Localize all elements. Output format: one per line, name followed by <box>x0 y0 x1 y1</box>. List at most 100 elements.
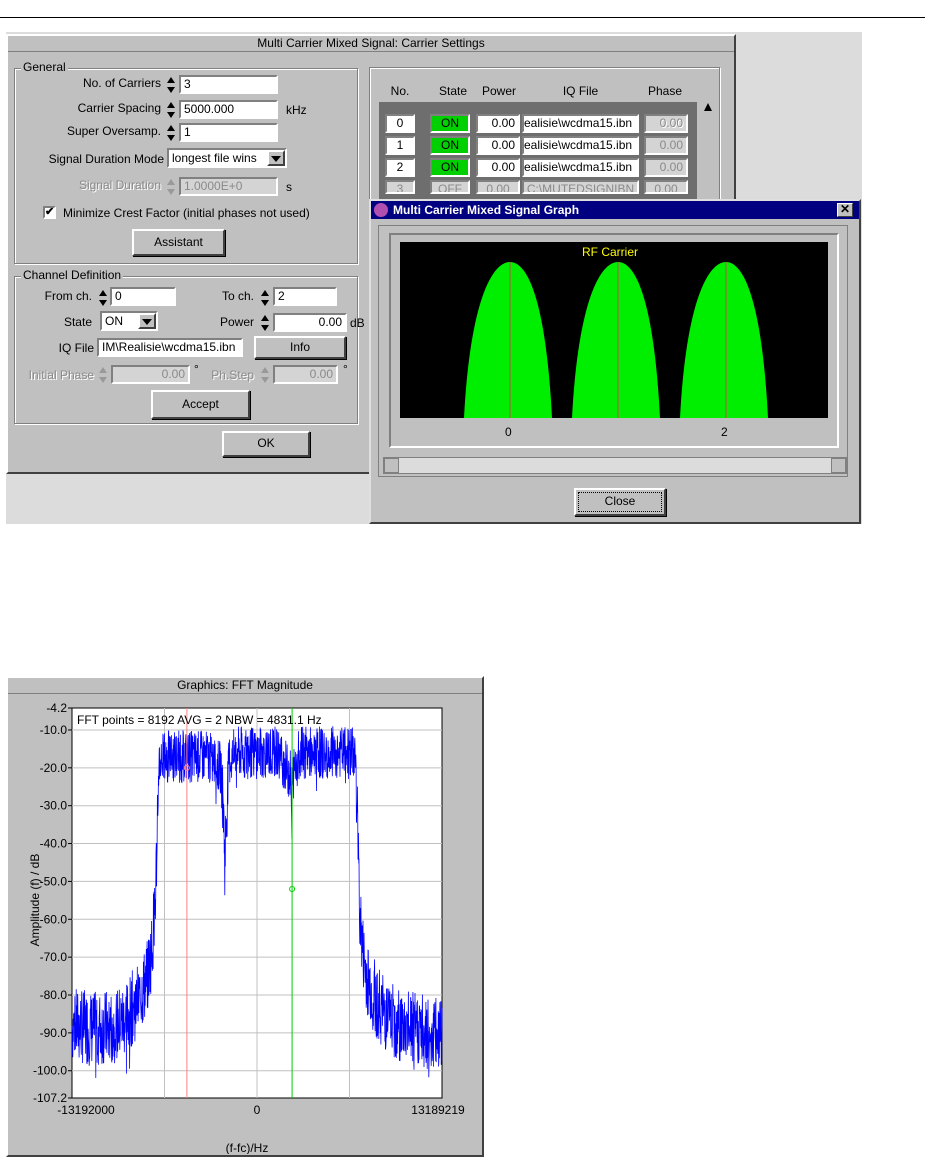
table-header-iq-file: IQ File <box>562 84 599 98</box>
row-power[interactable]: 0.00 <box>476 114 520 133</box>
fft-magnitude-chart: -4.2 -10.0 -20.0 -30.0 -40.0 -50.0 -60.0 -70.0 -… <box>10 696 480 1154</box>
info-button[interactable]: Info <box>254 336 346 359</box>
initial-phase-spinner <box>98 366 108 384</box>
y-tick-label: -10.0 <box>40 723 68 737</box>
to-ch-field[interactable]: 2 <box>273 287 337 306</box>
graph-x-tick-2: 2 <box>721 425 728 439</box>
row-phase: 0.00 <box>644 158 688 177</box>
signal-duration-label: Signal Duration <box>78 178 161 192</box>
y-axis-label: Amplitude (f) / dB <box>28 854 42 947</box>
chevron-down-icon[interactable] <box>267 150 285 166</box>
row-power: 0.00 <box>476 180 520 194</box>
row-iq-file: C:\MUTEDSIGNIBN <box>522 180 639 194</box>
graph-window-title: Multi Carrier Mixed Signal Graph <box>393 203 580 217</box>
from-ch-label: From ch. <box>44 289 92 303</box>
row-no[interactable]: 0 <box>385 114 415 133</box>
iq-file-field[interactable]: IM\Realisie\wcdma15.ibn <box>97 338 243 357</box>
minimize-crest-label: Minimize Crest Factor (initial phases no… <box>63 206 310 220</box>
row-state[interactable]: ON <box>430 158 470 177</box>
scroll-left-icon[interactable] <box>384 458 399 473</box>
state-value: ON <box>105 314 123 328</box>
to-ch-spinner[interactable] <box>260 289 270 307</box>
graph-horizontal-scrollbar[interactable] <box>383 457 847 474</box>
row-state: OFF <box>430 180 470 194</box>
row-no: 3 <box>385 180 415 194</box>
x-axis-label: (f-fc)/Hz <box>226 1141 269 1154</box>
chevron-down-icon[interactable] <box>138 313 156 329</box>
y-tick-label: -40.0 <box>40 837 68 851</box>
from-ch-spinner[interactable] <box>98 289 108 307</box>
initial-phase-field: 0.00 <box>111 365 190 384</box>
initial-phase-unit: ° <box>194 362 199 376</box>
close-button[interactable]: Close <box>574 488 666 516</box>
app-icon <box>374 203 388 217</box>
table-header-state: State <box>438 84 468 98</box>
ph-step-spinner <box>260 366 270 384</box>
to-ch-label: To ch. <box>221 289 254 303</box>
scroll-up-icon[interactable] <box>704 103 712 111</box>
super-oversamp-spinner[interactable] <box>166 124 176 142</box>
y-tick-label: -60.0 <box>40 912 68 926</box>
window-title: Multi Carrier Mixed Signal: Carrier Sett… <box>8 36 734 52</box>
table-header-no: No. <box>390 84 410 98</box>
num-carriers-field[interactable]: 3 <box>179 75 278 94</box>
table-scrollbar[interactable] <box>703 100 715 200</box>
x-tick-label-max: 13189219 <box>411 1103 465 1117</box>
row-phase: 0.00 <box>644 136 688 155</box>
row-no[interactable]: 2 <box>385 158 415 177</box>
accept-button[interactable]: Accept <box>151 390 250 419</box>
y-tick-label: -20.0 <box>40 761 68 775</box>
minimize-crest-checkbox[interactable]: ✔ <box>43 206 56 219</box>
y-tick-label: -70.0 <box>40 950 68 964</box>
power-field[interactable]: 0.00 <box>273 313 347 332</box>
row-state[interactable]: ON <box>430 136 470 155</box>
row-power[interactable]: 0.00 <box>476 158 520 177</box>
general-group-label: General <box>21 60 68 74</box>
carrier-spacing-field[interactable]: 5000.000 <box>179 100 278 119</box>
rf-carrier-label: RF Carrier <box>582 245 638 259</box>
graph-window-titlebar[interactable]: Multi Carrier Mixed Signal Graph <box>371 201 859 219</box>
row-phase: 0.00 <box>644 180 688 194</box>
ph-step-unit: ° <box>343 362 348 376</box>
fft-info-text: FFT points = 8192 AVG = 2 NBW = 4831.1 H… <box>77 713 322 727</box>
num-carriers-label: No. of Carriers <box>82 76 161 90</box>
num-carriers-spinner[interactable] <box>166 76 176 94</box>
y-tick-label: -100.0 <box>33 1064 67 1078</box>
signal-duration-mode-select[interactable]: longest file wins <box>167 148 287 168</box>
rf-carrier-plot: RF Carrier <box>400 242 828 418</box>
scroll-right-icon[interactable] <box>831 458 846 473</box>
signal-duration-spinner <box>166 178 176 196</box>
from-ch-field[interactable]: 0 <box>110 287 176 306</box>
signal-duration-unit: s <box>286 180 292 194</box>
super-oversamp-field[interactable]: 1 <box>179 123 278 142</box>
row-no[interactable]: 1 <box>385 136 415 155</box>
row-iq-file[interactable]: ealisie\wcdma15.ibn <box>522 136 639 155</box>
x-tick-label-min: -13192000 <box>57 1103 115 1117</box>
carrier-spacing-label: Carrier Spacing <box>77 101 161 115</box>
y-tick-label: -90.0 <box>40 1026 68 1040</box>
state-label: State <box>63 315 92 329</box>
ph-step-field: 0.00 <box>273 365 338 384</box>
channel-definition-group-label: Channel Definition <box>21 268 124 282</box>
ok-button[interactable]: OK <box>222 431 310 457</box>
power-spinner[interactable] <box>260 314 270 332</box>
close-icon[interactable]: ✕ <box>837 203 853 217</box>
assistant-button[interactable]: Assistant <box>132 229 225 256</box>
power-unit: dB <box>350 316 365 330</box>
power-label: Power <box>219 315 254 329</box>
y-tick-label: -4.2 <box>46 701 67 715</box>
row-state[interactable]: ON <box>430 114 470 133</box>
fft-window-title: Graphics: FFT Magnitude <box>8 678 482 694</box>
ph-step-label: Ph.Step <box>211 368 254 382</box>
graph-x-tick-0: 0 <box>505 425 512 439</box>
y-tick-label: -50.0 <box>40 874 68 888</box>
y-tick-label: -30.0 <box>40 799 68 813</box>
carrier-spacing-spinner[interactable] <box>166 101 176 119</box>
carrier-spacing-unit: kHz <box>286 103 307 117</box>
row-iq-file[interactable]: ealisie\wcdma15.ibn <box>522 158 639 177</box>
row-iq-file[interactable]: ealisie\wcdma15.ibn <box>522 114 639 133</box>
row-power[interactable]: 0.00 <box>476 136 520 155</box>
super-oversamp-label: Super Oversamp. <box>66 124 161 138</box>
state-select[interactable]: ON <box>100 311 158 331</box>
table-header-power: Power <box>481 84 516 98</box>
